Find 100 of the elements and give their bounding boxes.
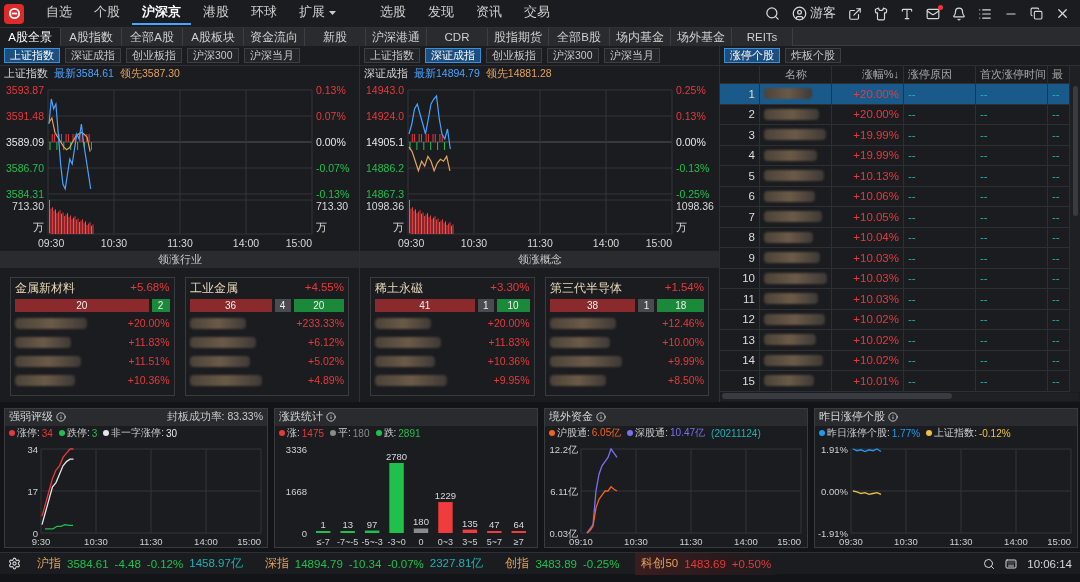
nav-tab[interactable]: 交易 xyxy=(514,2,560,25)
nav-tab[interactable]: 扩展 xyxy=(289,2,346,25)
axis-label: -7~-5 xyxy=(337,536,359,547)
axis-label: 0.07% xyxy=(316,110,346,122)
market-tab[interactable]: A股全景 xyxy=(0,28,61,46)
blurred-name xyxy=(15,317,87,329)
index-button[interactable]: 上证指数 xyxy=(4,48,60,63)
axis-label: 10:30 xyxy=(894,535,918,547)
index-button[interactable]: 上证指数 xyxy=(364,48,420,63)
value-label: 64 xyxy=(513,518,525,530)
keyboard-icon[interactable] xyxy=(1005,557,1018,570)
last-cell: -- xyxy=(1048,227,1070,248)
nav-tab[interactable]: 沪深京 xyxy=(132,2,191,25)
index-name: 深指 xyxy=(264,556,289,571)
sector-name: 金属新材料 xyxy=(15,281,75,296)
nav-tab[interactable]: 环球 xyxy=(241,2,287,25)
market-tab[interactable]: 新股 xyxy=(305,28,366,46)
scrollbar-thumb[interactable] xyxy=(722,392,952,399)
market-tab[interactable]: 股指期货 xyxy=(488,28,549,46)
app-logo[interactable] xyxy=(4,3,24,24)
stock-change: +20.00% xyxy=(487,317,530,329)
legend-value: 1.77% xyxy=(891,427,921,439)
value-label: 1 xyxy=(320,518,326,530)
market-tab[interactable]: A股指数 xyxy=(61,28,122,46)
legend-value: 180 xyxy=(352,427,370,439)
last-cell: -- xyxy=(1048,350,1070,371)
market-tab[interactable]: 场内基金 xyxy=(610,28,671,46)
value-label: 135 xyxy=(461,517,478,529)
sector-card[interactable]: 稀土永磁 +3.30% 41 1 10 +20.00% +11.83% +10.36% +9.95% xyxy=(370,277,535,396)
panel-title: 涨跌统计 xyxy=(279,410,323,425)
list-button[interactable]: 炸板个股 xyxy=(785,48,841,63)
index-button[interactable]: 沪深300 xyxy=(547,48,599,63)
blurred-name xyxy=(15,336,71,348)
scrollbar-thumb[interactable] xyxy=(1072,86,1078,216)
reason-cell: -- xyxy=(904,330,976,351)
volume-bars-drawing xyxy=(49,200,94,234)
axis-label: 0.13% xyxy=(316,84,346,96)
sector-card[interactable]: 金属新材料 +5.68% 20 2 +20.00% +11.83% +11.51% +10.36% xyxy=(10,277,175,396)
bar xyxy=(389,462,404,533)
legend-label: 涨停: xyxy=(17,426,40,441)
nav-tab[interactable]: 自选 xyxy=(36,2,82,25)
nav-tab[interactable]: 资讯 xyxy=(466,2,512,25)
legend-value: -0.12% xyxy=(978,427,1011,439)
axis-label: 34 xyxy=(27,443,38,455)
nav-tab[interactable]: 个股 xyxy=(84,2,130,25)
search-icon[interactable] xyxy=(983,557,996,570)
axis-label: 14:00 xyxy=(1004,535,1028,547)
market-tab[interactable]: REITs xyxy=(732,28,793,46)
axis-label: -0.07% xyxy=(316,162,350,174)
reason-cell: -- xyxy=(904,268,976,289)
price-line xyxy=(408,94,451,150)
bar xyxy=(413,528,429,533)
market-tab[interactable]: CDR xyxy=(427,28,488,46)
legend-value: 30 xyxy=(166,427,178,439)
sector-card[interactable]: 第三代半导体 +1.54% 38 1 18 +12.46% +10.00% +9.99% +8.50% xyxy=(544,277,709,396)
index-button[interactable]: 创业板指 xyxy=(486,48,542,63)
market-tab[interactable]: 资金流向 xyxy=(244,28,305,46)
time-cell: -- xyxy=(976,227,1048,248)
stock-change: +11.83% xyxy=(128,336,170,348)
quote-price: 3483.89 xyxy=(535,557,577,570)
axis-label: 10:30 xyxy=(84,535,108,547)
nav-tab[interactable]: 选股 xyxy=(370,2,416,25)
axis-label: 1668 xyxy=(285,485,307,497)
axis-label: 0.00% xyxy=(821,485,848,497)
change-cell: +10.02% xyxy=(832,330,904,351)
info-icon[interactable] xyxy=(596,412,606,423)
market-tab[interactable]: 沪深港通 xyxy=(366,28,427,46)
index-button[interactable]: 创业板指 xyxy=(126,48,182,63)
index-button[interactable]: 深证成指 xyxy=(425,48,481,63)
index-button[interactable]: 沪深当月 xyxy=(243,48,300,63)
nav-tab[interactable]: 港股 xyxy=(193,2,239,25)
axis-label: 3~5 xyxy=(462,536,478,547)
legend-label: 昨日涨停个股: xyxy=(827,426,890,441)
sector-card[interactable]: 工业金属 +4.55% 36 4 20 +233.33% +6.12% +5.02% +4.89% xyxy=(184,277,349,396)
settings-icon[interactable] xyxy=(8,557,21,570)
flat-count-bar: 1 xyxy=(638,299,655,312)
axis-label: 万 xyxy=(33,221,44,233)
legend-value: 34 xyxy=(41,427,53,439)
stock-change: +9.99% xyxy=(668,355,704,367)
axis-label: 0~3 xyxy=(437,536,454,547)
market-tab[interactable]: 全部A股 xyxy=(122,28,183,46)
info-icon[interactable] xyxy=(56,412,66,423)
index-button[interactable]: 沪深当月 xyxy=(603,48,660,63)
market-tab[interactable]: A股板块 xyxy=(183,28,244,46)
seal-rate: 封板成功率: 83.33% xyxy=(166,410,263,425)
axis-label: 11:30 xyxy=(679,535,703,547)
user-button[interactable]: 游客 xyxy=(786,2,842,25)
axis-label: 14:00 xyxy=(194,535,218,547)
index-button[interactable]: 沪深300 xyxy=(187,48,239,63)
axis-label: 09:30 xyxy=(38,237,65,249)
falling-count-bar: 20 xyxy=(293,299,344,312)
market-tab[interactable]: 场外基金 xyxy=(671,28,732,46)
axis-label: 0.13% xyxy=(676,110,706,122)
info-icon[interactable] xyxy=(326,412,336,423)
list-button[interactable]: 涨停个股 xyxy=(724,48,780,63)
reason-cell: -- xyxy=(904,166,976,187)
index-button[interactable]: 深证成指 xyxy=(65,48,121,63)
nav-tab[interactable]: 发现 xyxy=(418,2,464,25)
info-icon[interactable] xyxy=(888,412,898,423)
market-tab[interactable]: 全部B股 xyxy=(549,28,610,46)
